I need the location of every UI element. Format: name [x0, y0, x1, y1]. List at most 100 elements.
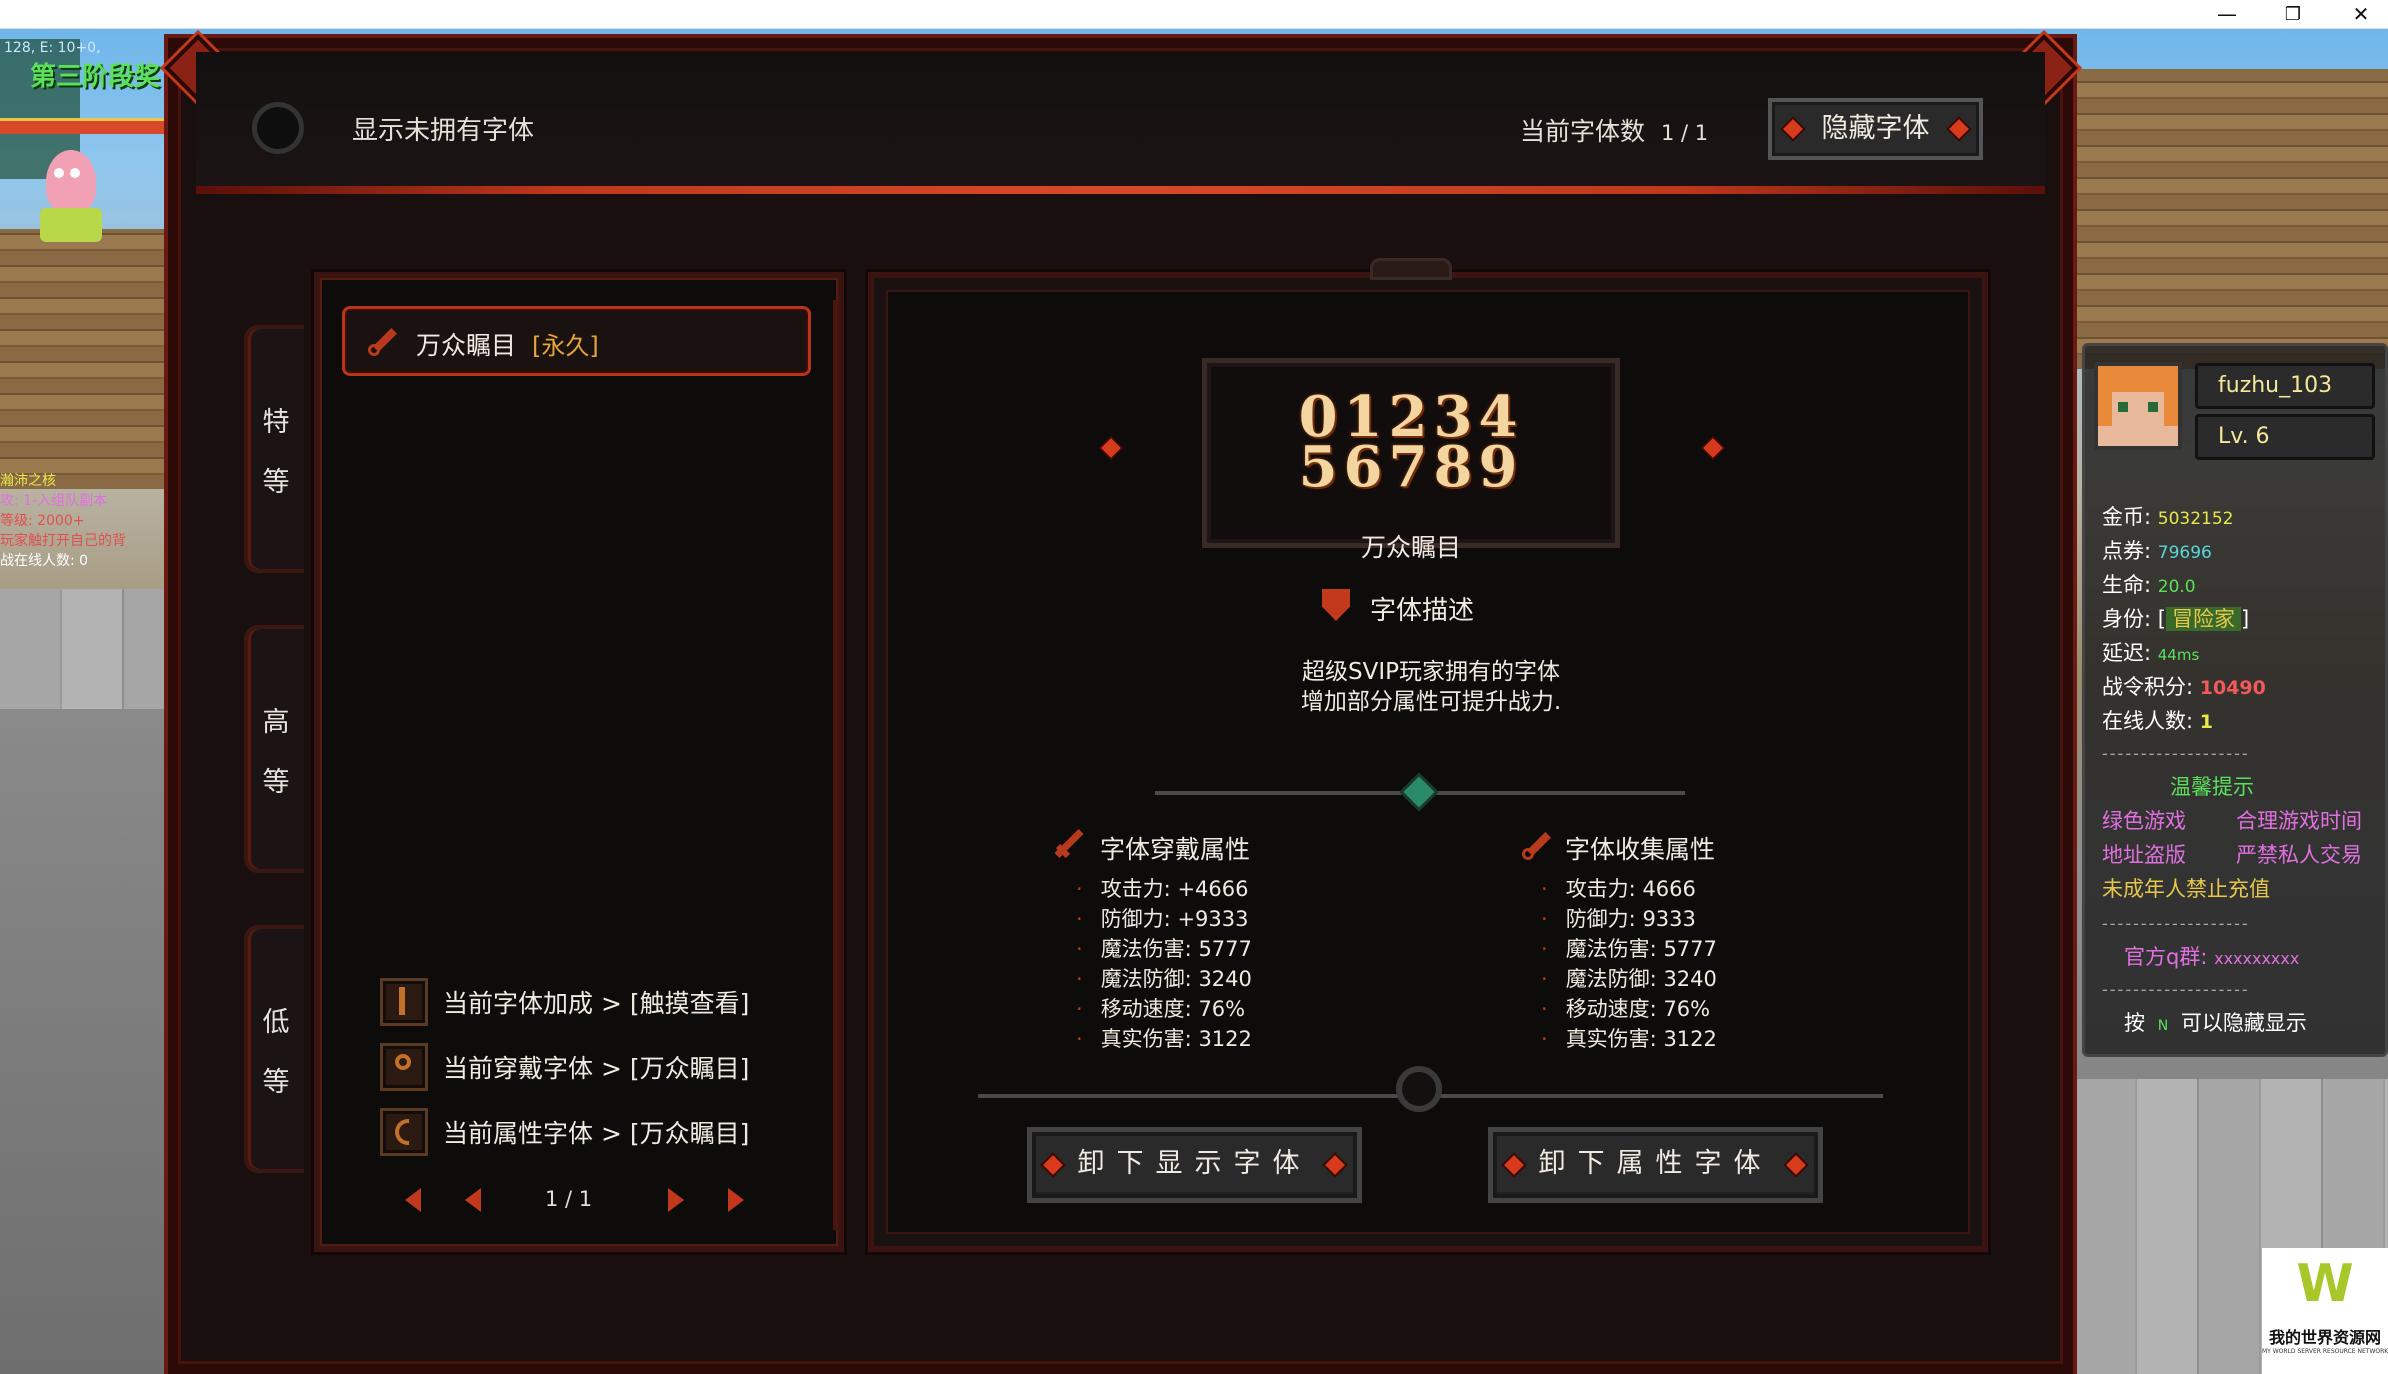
attr-row: · 攻击力: 4666	[1541, 877, 1696, 901]
window-titlebar: — ❐ ✕	[0, 0, 2388, 29]
font-preview-line2: 56789	[1298, 434, 1524, 500]
latency-value: 44ms	[2157, 646, 2200, 664]
description-line: 增加部分属性可提升战力.	[1300, 689, 1562, 715]
tab-high-grade[interactable]: 高等	[244, 625, 304, 873]
player-name: fuzhu_103	[2195, 363, 2375, 409]
watermark-subtext: MY WORLD SERVER RESOURCE NETWORK	[2262, 1348, 2388, 1355]
attr-row: · 魔法防御: 3240	[1541, 967, 1717, 991]
header-divider	[196, 186, 2045, 194]
tab-low-grade[interactable]: 低等	[244, 925, 304, 1173]
tips-title: 温馨提示	[2170, 775, 2254, 799]
hud-bar	[0, 118, 170, 134]
minimize-button[interactable]: —	[2204, 0, 2250, 29]
tip-text: 未成年人禁止充值	[2102, 877, 2270, 901]
last-page-arrow[interactable]	[728, 1188, 744, 1212]
hide-font-button-label: 隐藏字体	[1821, 113, 1930, 144]
gold-value: 5032152	[2157, 509, 2234, 529]
font-list-scrollbar[interactable]	[833, 300, 839, 1230]
attr-row: · 移动速度: 76%	[1541, 997, 1711, 1021]
detail-top-ornament	[1370, 258, 1452, 280]
online-row: 在线人数: 1	[2102, 709, 2213, 733]
battle-points-value: 10490	[2199, 677, 2266, 699]
page-indicator: 1 / 1	[545, 1187, 593, 1211]
gem-icon	[1043, 1155, 1063, 1175]
coords-readout: 128, E: 10+0,	[4, 40, 101, 56]
watermark-logo: W 我的世界资源网 MY WORLD SERVER RESOURCE NETWO…	[2262, 1248, 2388, 1374]
online-value: 1	[2199, 711, 2213, 733]
hint-key: N	[2157, 1018, 2169, 1034]
restore-button[interactable]: ❐	[2270, 0, 2316, 29]
gem-icon	[1325, 1155, 1345, 1175]
player-avatar	[2094, 362, 2182, 450]
collect-attributes-title: 字体收集属性	[1565, 835, 1716, 864]
points-row: 点券: 79696	[2102, 539, 2212, 563]
tab-label: 特等	[262, 407, 290, 498]
show-unowned-toggle[interactable]	[252, 102, 304, 154]
attr-icon	[380, 1108, 428, 1156]
hide-font-button[interactable]: 隐藏字体	[1768, 98, 1983, 160]
separator: -------------------	[2102, 744, 2250, 763]
gem-icon	[1949, 119, 1969, 139]
watermark-text: 我的世界资源网	[2268, 1328, 2381, 1347]
hud-line: 攻: 1-入组队副本	[0, 493, 108, 509]
wear-icon	[380, 1043, 428, 1091]
gem-icon	[1504, 1155, 1524, 1175]
current-wear-font: 当前穿戴字体 > [万众瞩目]	[443, 1054, 750, 1083]
font-item-duration: [永久]	[532, 332, 599, 360]
font-list-panel	[314, 272, 844, 1252]
attr-row: · 防御力: +9333	[1076, 907, 1249, 931]
next-page-arrow[interactable]	[668, 1188, 684, 1212]
gem-icon	[1783, 119, 1803, 139]
quill-icon	[1518, 826, 1554, 862]
prev-page-arrow[interactable]	[465, 1188, 481, 1212]
hud-line: 战在线人数: 0	[0, 553, 89, 569]
current-bonus-link[interactable]: 当前字体加成 > [触摸查看]	[443, 984, 749, 1020]
unequip-attr-font-button[interactable]: 卸下属性字体	[1488, 1127, 1823, 1203]
tab-special-grade[interactable]: 特等	[244, 325, 304, 573]
attr-row: · 魔法伤害: 5777	[1076, 937, 1252, 961]
font-count: 当前字体数 1 / 1	[1520, 112, 1708, 148]
wood-wall-left	[0, 229, 168, 489]
attr-row: · 真实伤害: 3122	[1541, 1027, 1717, 1051]
hud-line: 瀚沛之核	[0, 473, 56, 489]
wear-attributes-title: 字体穿戴属性	[1100, 835, 1251, 864]
floor-left	[0, 709, 168, 1374]
ring-ornament	[1396, 1066, 1442, 1112]
font-count-label: 当前字体数	[1520, 117, 1646, 146]
tab-label: 低等	[262, 1007, 290, 1098]
current-attr-font: 当前属性字体 > [万众瞩目]	[443, 1119, 750, 1148]
life-value: 20.0	[2157, 577, 2196, 597]
latency-row: 延迟: 44ms	[2102, 641, 2200, 665]
first-page-arrow[interactable]	[405, 1188, 421, 1212]
quill-icon	[364, 322, 400, 358]
separator: -------------------	[2102, 980, 2250, 999]
attr-row: · 防御力: 9333	[1541, 907, 1696, 931]
hud-line: 等级: 2000+	[0, 513, 85, 529]
font-count-value: 1 / 1	[1660, 121, 1709, 145]
show-unowned-label: 显示未拥有字体	[352, 116, 535, 146]
gold-row: 金币: 5032152	[2102, 505, 2234, 529]
wear-attributes-list: · 攻击力: +4666 · 防御力: +9333 · 魔法伤害: 5777 · 魔法防…	[1076, 874, 1252, 1054]
font-preview-name: 万众瞩目	[1360, 533, 1461, 562]
unequip-display-font-button[interactable]: 卸下显示字体	[1027, 1127, 1362, 1203]
font-item-name: 万众瞩目	[416, 331, 517, 360]
tab-label: 高等	[262, 707, 290, 798]
attr-row: · 真实伤害: 3122	[1076, 1027, 1252, 1051]
hide-hint: 按 N 可以隐藏显示	[2124, 1011, 2307, 1035]
tip-text: 严禁私人交易	[2236, 843, 2362, 867]
tip-text: 合理游戏时间	[2236, 809, 2362, 833]
life-row: 生命: 20.0	[2102, 573, 2196, 597]
player-level: Lv. 6	[2195, 414, 2375, 460]
tip-text: 绿色游戏	[2102, 809, 2186, 833]
description-title: 字体描述	[1370, 596, 1475, 626]
description-line: 超级SVIP玩家拥有的字体	[1302, 659, 1560, 685]
tip-text: 地址盗版	[2102, 843, 2186, 867]
attr-row: · 魔法伤害: 5777	[1541, 937, 1717, 961]
gem-icon	[1786, 1155, 1806, 1175]
identity-value: 冒险家	[2165, 607, 2241, 631]
bonus-icon	[380, 978, 428, 1026]
unequip-display-font-label: 卸下显示字体	[1077, 1148, 1312, 1179]
official-group-row: 官方q群: xxxxxxxxx	[2124, 945, 2300, 969]
scoreboard-left: 瀚沛之核 攻: 1-入组队副本 等级: 2000+ 玩家触打开自己的背 战在线人…	[0, 470, 170, 580]
close-button[interactable]: ✕	[2338, 0, 2384, 29]
